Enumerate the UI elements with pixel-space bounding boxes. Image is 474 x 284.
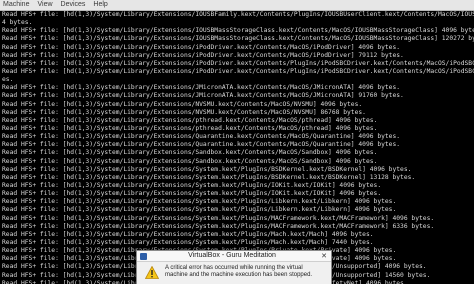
console-line: Read HFS+ file: [hd(1,3)/System/Library/… [2, 59, 474, 67]
console-line: Read HFS+ file: [hd(1,3)/System/Library/… [2, 190, 382, 198]
dialog-message: A critical error has occurred while runn… [165, 265, 313, 278]
console-line: Read HFS+ file: [hd(1,3)/System/Library/… [2, 27, 474, 35]
console-line: Read HFS+ file: [hd(1,3)/System/Library/… [2, 149, 378, 157]
console-line: Read HFS+ file: [hd(1,3)/System/Library/… [2, 35, 474, 43]
console-line: Read HFS+ file: [hd(1,3)/System/Library/… [2, 206, 397, 214]
console-line: Read HFS+ file: [hd(1,3)/System/Library/… [2, 133, 401, 141]
console-line: Read HFS+ file: [hd(1,3)/System/Library/… [2, 124, 378, 132]
console-line: Read HFS+ file: [hd(1,3)/System/Library/… [2, 165, 412, 173]
console-line: Read HFS+ file: [hd(1,3)/System/Library/… [2, 173, 416, 181]
dialog-body: A critical error has occurred while runn… [137, 262, 331, 284]
dialog-title: VirtualBox - Guru Meditation [188, 252, 276, 259]
console-line: Read HFS+ file: [hd(1,3)/System/Library/… [2, 92, 404, 100]
console-line: 4 bytes. [2, 19, 33, 27]
menu-bar: Machine View Devices Help [0, 0, 474, 11]
menu-machine[interactable]: Machine [3, 0, 29, 10]
warning-icon [145, 266, 159, 279]
virtualbox-vm-window: Machine View Devices Help Read HFS+ file… [0, 0, 474, 284]
console-line: Read HFS+ file: [hd(1,3)/System/Library/… [2, 116, 378, 124]
console-line: es. [2, 76, 14, 84]
console-line: Read HFS+ file: [hd(1,3)/System/Library/… [2, 141, 401, 149]
console-line: Read HFS+ file: [hd(1,3)/System/Library/… [2, 238, 374, 246]
menu-help[interactable]: Help [93, 0, 107, 10]
console-line: Read HFS+ file: [hd(1,3)/System/Library/… [2, 43, 401, 51]
console-line: Read HFS+ file: [hd(1,3)/System/Library/… [2, 67, 474, 75]
console-line: Read HFS+ file: [hd(1,3)/System/Library/… [2, 230, 374, 238]
console-line: Read HFS+ file: [hd(1,3)/System/Library/… [2, 214, 435, 222]
virtualbox-app-icon [140, 252, 147, 260]
vm-console-output[interactable]: Read HFS+ file: [hd(1,3)/System/Library/… [0, 11, 474, 284]
close-icon[interactable]: ✕ [317, 252, 331, 261]
console-line: Read HFS+ file: [hd(1,3)/System/Library/… [2, 51, 404, 59]
menu-devices[interactable]: Devices [61, 0, 86, 10]
console-line: Read HFS+ file: [hd(1,3)/System/Library/… [2, 198, 397, 206]
console-line: Read HFS+ file: [hd(1,3)/System/Library/… [2, 222, 435, 230]
guru-meditation-dialog: VirtualBox - Guru Meditation ✕ A critica… [136, 250, 332, 284]
console-line: Read HFS+ file: [hd(1,3)/System/Library/… [2, 84, 401, 92]
menu-view[interactable]: View [37, 0, 52, 10]
console-line: Read HFS+ file: [hd(1,3)/System/Library/… [2, 11, 474, 18]
console-line: Read HFS+ file: [hd(1,3)/System/Library/… [2, 181, 382, 189]
console-line: Read HFS+ file: [hd(1,3)/System/Library/… [2, 157, 378, 165]
console-line: Read HFS+ file: [hd(1,3)/System/Library/… [2, 108, 366, 116]
console-line: Read HFS+ file: [hd(1,3)/System/Library/… [2, 100, 363, 108]
dialog-titlebar[interactable]: VirtualBox - Guru Meditation ✕ [137, 251, 331, 262]
